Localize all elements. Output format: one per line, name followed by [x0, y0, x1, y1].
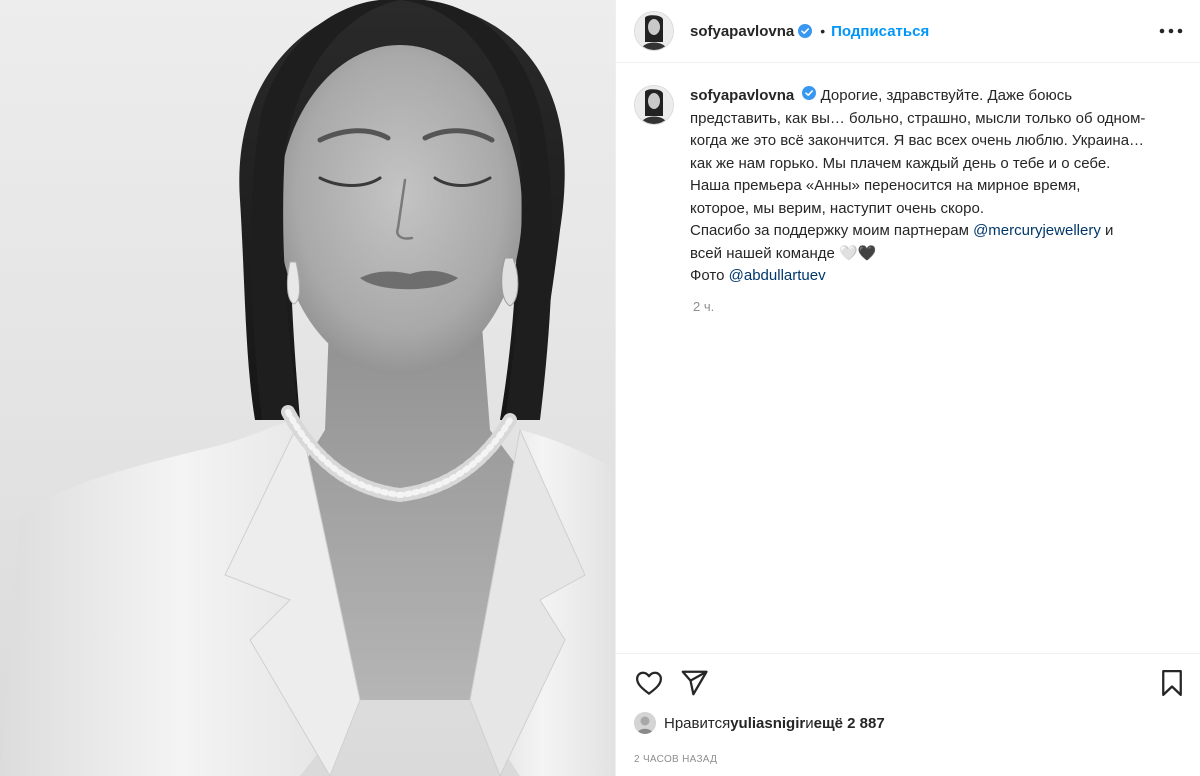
- likes-count[interactable]: ещё 2 887: [814, 715, 885, 732]
- caption-line: Спасибо за поддержку моим партнерам: [690, 222, 974, 239]
- caption-row: sofyapavlovna Дорогие, здравствуйте. Даж…: [634, 85, 1180, 288]
- likes-summary[interactable]: Нравится yuliasnigir и ещё 2 887: [634, 712, 885, 734]
- verified-badge-icon: [802, 85, 817, 100]
- comments-area: sofyapavlovna Дорогие, здравствуйте. Даж…: [616, 63, 1200, 653]
- caption-line: представить, как вы… больно, страшно, мы…: [690, 109, 1146, 127]
- liker-username[interactable]: yuliasnigir: [730, 715, 805, 732]
- bookmark-icon[interactable]: [1157, 668, 1187, 698]
- heart-icon[interactable]: [634, 668, 664, 698]
- caption-text: sofyapavlovna Дорогие, здравствуйте. Даж…: [690, 85, 1180, 288]
- caption-line: как же нам горько. Мы плачем каждый день…: [690, 154, 1111, 172]
- verified-badge-icon: [798, 24, 813, 38]
- liker-avatar[interactable]: [634, 712, 656, 734]
- caption-line: и: [1100, 222, 1114, 239]
- heart-emoji: 🤍🖤: [839, 244, 877, 262]
- caption-line: Фото: [690, 267, 729, 284]
- caption-line: Наша премьера «Анны» переносится на мирн…: [690, 177, 1081, 194]
- mention-link[interactable]: @mercuryjewellery: [973, 222, 1101, 239]
- likes-prefix: Нравится: [664, 714, 731, 732]
- instagram-post: sofyapavlovna • Подписаться sofyapavlovn…: [0, 0, 1200, 776]
- post-side-panel: sofyapavlovna • Подписаться sofyapavlovn…: [615, 0, 1200, 776]
- caption-line: Дорогие, здравствуйте. Даже боюсь: [820, 87, 1073, 104]
- caption-line: всей нашей команде: [690, 244, 840, 262]
- caption-author-avatar[interactable]: [634, 85, 674, 125]
- author-avatar[interactable]: [634, 11, 674, 51]
- likes-middle: и: [805, 714, 814, 732]
- author-username[interactable]: sofyapavlovna: [690, 23, 794, 40]
- follow-button[interactable]: Подписаться: [831, 23, 929, 40]
- more-horizontal-icon[interactable]: [1154, 14, 1188, 48]
- portrait-image: [0, 0, 615, 776]
- caption-line: когда же это всё закончится. Я вас всех …: [690, 132, 1145, 149]
- caption-username[interactable]: sofyapavlovna: [690, 87, 794, 104]
- caption-age[interactable]: 2 ч.: [693, 299, 714, 314]
- post-photo[interactable]: [0, 0, 615, 776]
- post-timestamp[interactable]: 2 ЧАСОВ НАЗАД: [634, 754, 717, 765]
- send-icon[interactable]: [679, 668, 709, 698]
- separator-dot: •: [820, 23, 826, 39]
- post-header: sofyapavlovna • Подписаться: [616, 0, 1200, 63]
- mention-link[interactable]: @abdullartuev: [729, 267, 826, 284]
- action-bar: [616, 653, 1200, 713]
- caption-line: которое, мы верим, наступит очень скоро.: [690, 199, 984, 217]
